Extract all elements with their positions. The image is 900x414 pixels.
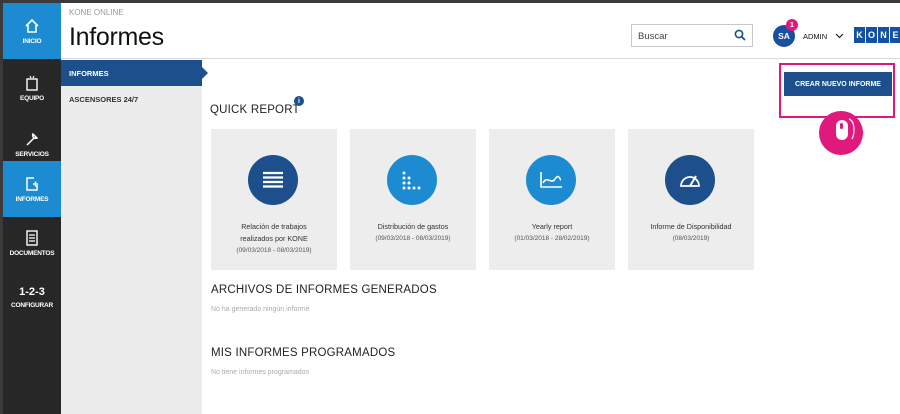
scheduled-reports-title: MIS INFORMES PROGRAMADOS (211, 347, 396, 359)
rail-item-documentos[interactable]: DOCUMENTOS (3, 215, 61, 271)
rail-label-informes: INFORMES (15, 195, 49, 203)
card-title: Informe de Disponibilidad (08/03/2019) (632, 221, 750, 245)
generated-reports-title: ARCHIVOS DE INFORMES GENERADOS (211, 284, 437, 296)
card-date: (09/03/2018 - 08/03/2019) (236, 247, 312, 254)
quick-report-title: QUICK REPORT (210, 104, 300, 116)
card-date: (08/03/2019) (672, 235, 710, 242)
sub-navigation: INFORMES ASCENSORES 24/7 (61, 60, 208, 414)
scheduled-empty-message: No tiene informes programados (211, 369, 310, 376)
rail-item-informes[interactable]: INFORMES (3, 161, 61, 217)
card-title-line: Informe de Disponibilidad (650, 222, 732, 231)
report-card[interactable]: Relación de trabajos realizados por KONE… (211, 129, 337, 270)
home-icon (25, 18, 39, 33)
generated-empty-message: No ha generado ningún informe (211, 306, 310, 313)
card-title: Yearly report (01/03/2018 - 28/02/2019) (493, 221, 611, 245)
avatar-initials: SA (778, 31, 790, 41)
card-title: Distribución de gastos (09/03/2018 - 08/… (354, 221, 472, 245)
logo-letter-n: N (878, 27, 889, 43)
search-input[interactable] (638, 28, 728, 44)
steps-123-icon: 1-2-3 (19, 285, 45, 298)
app-name: KONE ONLINE (69, 8, 124, 17)
search-icon[interactable] (734, 29, 746, 41)
card-title-line: Relación de trabajos (241, 222, 307, 231)
user-name: ADMIN (803, 31, 828, 41)
elevator-icon (26, 75, 38, 91)
icon-rail: INICIO EQUIPO SERVICIOS INFORMES DOCUMEN… (3, 3, 61, 414)
mouse-icon (836, 118, 855, 140)
rail-label-inicio: INICIO (22, 37, 42, 45)
report-card[interactable]: Distribución de gastos (09/03/2018 - 08/… (350, 129, 476, 270)
rail-label-documentos: DOCUMENTOS (9, 249, 55, 257)
logo-letter-e: E (890, 27, 900, 43)
mouse-click-indicator (819, 111, 863, 155)
rail-item-configurar[interactable]: 1-2-3 CONFIGURAR (3, 269, 61, 325)
wrench-icon (26, 132, 39, 146)
card-title-line: realizados por KONE (240, 234, 308, 243)
rail-label-equipo: EQUIPO (19, 94, 45, 102)
notification-badge: 1 (786, 19, 798, 31)
card-date: (09/03/2018 - 08/03/2019) (375, 235, 451, 242)
logo-letter-o: O (866, 27, 877, 43)
card-title: Relación de trabajos realizados por KONE… (215, 221, 333, 257)
report-card[interactable]: Informe de Disponibilidad (08/03/2019) (628, 129, 754, 270)
avatar[interactable]: SA 1 (773, 19, 798, 47)
page-title: Informes (69, 23, 164, 51)
chevron-down-icon[interactable] (835, 33, 844, 39)
dot-chart-icon (387, 155, 437, 205)
user-menu[interactable]: SA 1 ADMIN (773, 19, 844, 48)
card-title-line: Yearly report (531, 222, 573, 231)
kone-logo: K O N E (854, 27, 900, 43)
add-report-icon (26, 176, 38, 191)
rail-label-servicios: SERVICIOS (15, 150, 49, 158)
create-report-button[interactable]: CREAR NUEVO INFORME (784, 72, 892, 96)
rail-label-configurar: CONFIGURAR (10, 301, 54, 309)
subnav-item-ascensores[interactable]: ASCENSORES 24/7 (61, 86, 202, 112)
document-icon (26, 229, 38, 246)
top-header: KONE ONLINE Informes SA 1 ADMIN K O N E (61, 3, 900, 59)
rail-item-equipo[interactable]: EQUIPO (3, 60, 61, 116)
report-card[interactable]: Yearly report (01/03/2018 - 28/02/2019) (489, 129, 615, 270)
search-box (631, 24, 753, 47)
line-chart-icon (526, 155, 576, 205)
list-icon (248, 155, 298, 205)
subnav-item-informes[interactable]: INFORMES (61, 60, 208, 86)
card-date: (01/03/2018 - 28/02/2019) (514, 235, 590, 242)
card-title-line: Distribución de gastos (377, 222, 449, 231)
gauge-icon (665, 155, 715, 205)
rail-item-inicio[interactable]: INICIO (3, 3, 61, 59)
info-icon[interactable]: i (294, 96, 304, 106)
logo-letter-k: K (854, 27, 865, 43)
